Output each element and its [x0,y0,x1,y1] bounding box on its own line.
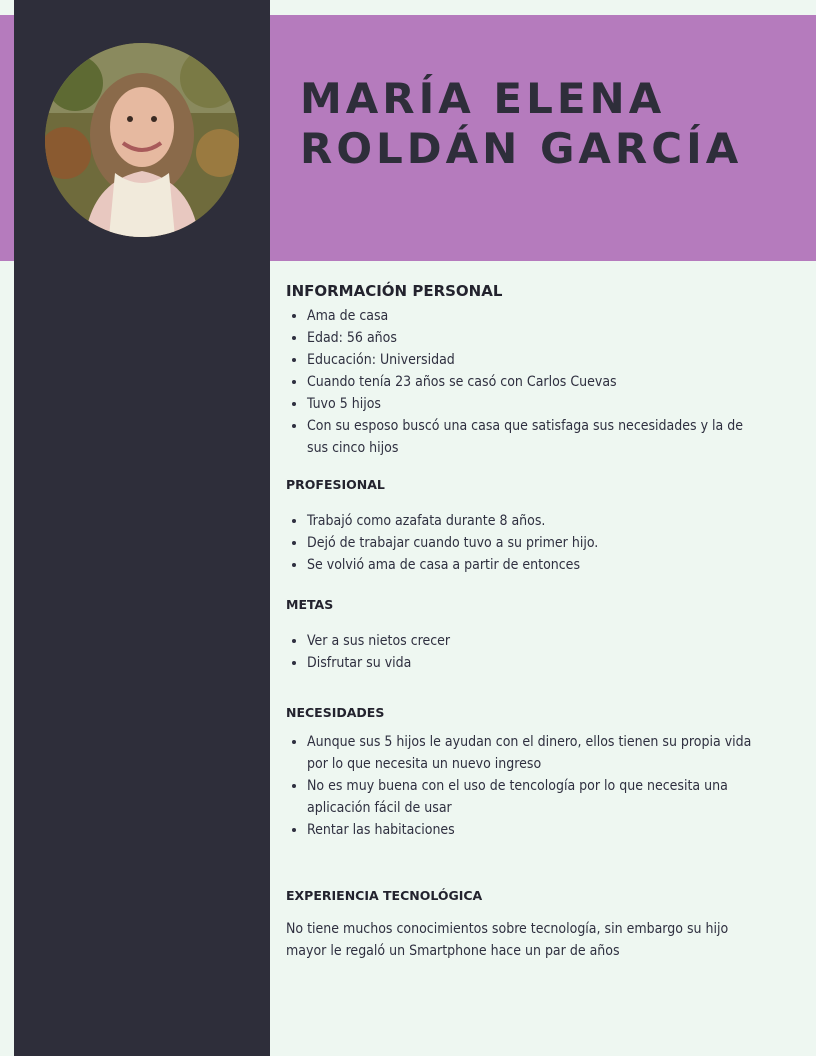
personal-list: Ama de casa Edad: 56 años Educación: Uni… [286,305,766,459]
profesional-list: Trabajó como azafata durante 8 años. Dej… [286,510,766,576]
list-item: No es muy buena con el uso de tencología… [307,775,766,819]
section-title-experiencia: EXPERIENCIA TECNOLÓGICA [286,888,483,903]
profile-content: INFORMACIÓN PERSONAL Ama de casa Edad: 5… [286,280,766,962]
section-title-profesional: PROFESIONAL [286,477,385,492]
list-item: Cuando tenía 23 años se casó con Carlos … [307,371,766,393]
list-item: Rentar las habitaciones [307,819,766,841]
metas-list: Ver a sus nietos crecer Disfrutar su vid… [286,630,766,674]
experiencia-text: No tiene muchos conocimientos sobre tecn… [286,921,729,959]
list-item: Educación: Universidad [307,349,766,371]
list-item: Tuvo 5 hijos [307,393,766,415]
list-item: Ver a sus nietos crecer [307,630,766,652]
portrait-illustration [45,43,239,237]
section-title-necesidades: NECESIDADES [286,705,385,720]
list-item: Ama de casa [307,305,766,327]
profile-photo [45,43,239,237]
list-item: Aunque sus 5 hijos le ayudan con el dine… [307,731,766,775]
list-item: Con su esposo buscó una casa que satisfa… [307,415,766,459]
name-line-2: ROLDÁN GARCÍA [300,124,743,173]
section-title-metas: METAS [286,597,334,612]
list-item: Dejó de trabajar cuando tuvo a su primer… [307,532,766,554]
list-item: Disfrutar su vida [307,652,766,674]
person-name: MARÍA ELENA ROLDÁN GARCÍA [300,74,800,174]
list-item: Edad: 56 años [307,327,766,349]
necesidades-list: Aunque sus 5 hijos le ayudan con el dine… [286,731,766,841]
list-item: Trabajó como azafata durante 8 años. [307,510,766,532]
name-line-1: MARÍA ELENA [300,74,666,123]
section-title-personal: INFORMACIÓN PERSONAL [286,282,503,300]
list-item: Se volvió ama de casa a partir de entonc… [307,554,766,576]
